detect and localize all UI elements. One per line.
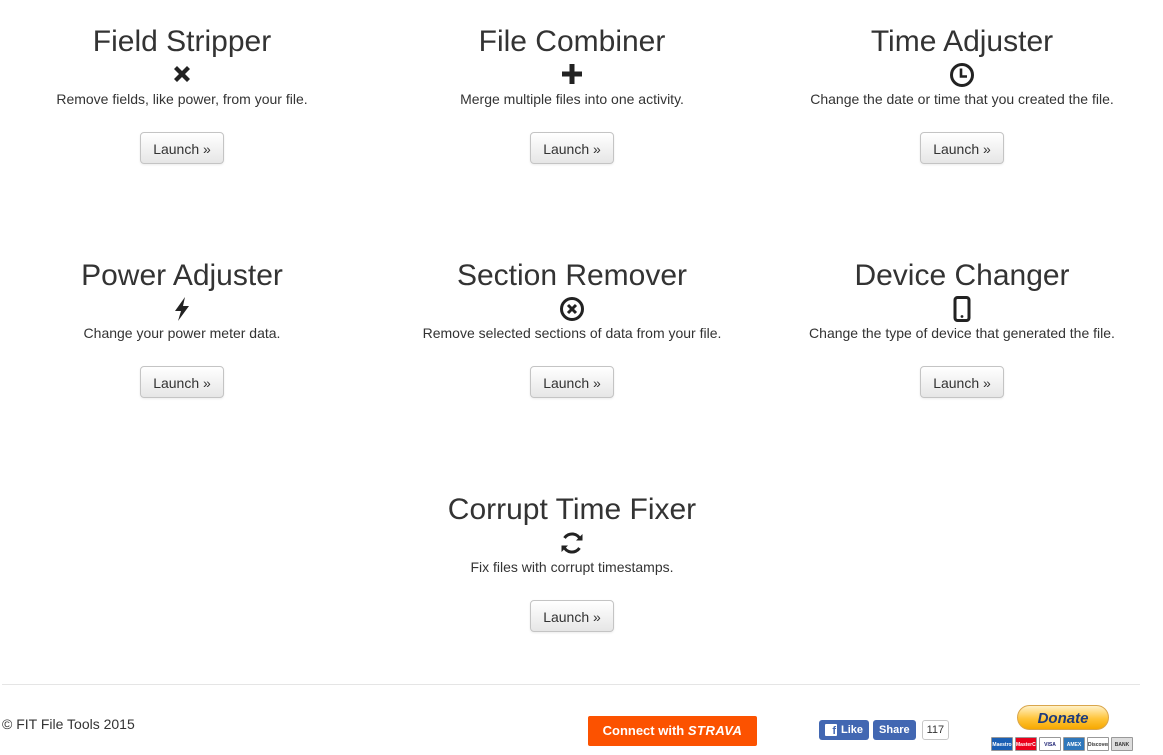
tool-power-adjuster: Power Adjuster Change your power meter d… <box>0 256 373 398</box>
tool-description: Fix files with corrupt timestamps. <box>470 559 674 575</box>
tool-corrupt-time-fixer: Corrupt Time Fixer Fix files with corrup… <box>381 490 763 632</box>
launch-button[interactable]: Launch » <box>140 366 224 398</box>
times-icon <box>167 62 197 90</box>
clock-icon <box>947 62 977 90</box>
footer-divider <box>2 684 1140 685</box>
facebook-widget: f Like Share 117 <box>819 720 950 740</box>
tool-time-adjuster: Time Adjuster Change the date or time th… <box>771 22 1153 164</box>
tool-title: Device Changer <box>854 259 1070 292</box>
tool-field-stripper: Field Stripper Remove fields, like power… <box>0 22 373 164</box>
strava-prefix: Connect with <box>602 723 685 738</box>
share-label: Share <box>879 724 910 736</box>
visa-card-icon: VISA <box>1039 737 1061 751</box>
tool-title: Section Remover <box>456 259 688 292</box>
tool-description: Change the date or time that you created… <box>810 91 1114 107</box>
launch-button[interactable]: Launch » <box>530 366 614 398</box>
tool-title: File Combiner <box>478 25 666 58</box>
tool-description: Merge multiple files into one activity. <box>460 91 684 107</box>
remove-circle-icon <box>557 296 587 324</box>
phone-icon <box>947 296 977 324</box>
tool-title: Field Stripper <box>92 25 272 58</box>
share-count: 117 <box>921 720 950 740</box>
discover-card-icon: Discover <box>1087 737 1109 751</box>
tool-description: Change the type of device that generated… <box>809 325 1115 341</box>
tool-file-combiner: File Combiner Merge multiple files into … <box>381 22 763 164</box>
maestro-card-icon: Maestro <box>991 737 1013 751</box>
launch-button[interactable]: Launch » <box>530 132 614 164</box>
tool-description: Remove selected sections of data from yo… <box>422 325 722 341</box>
mastercard-icon: MasterCard <box>1015 737 1037 751</box>
launch-button[interactable]: Launch » <box>140 132 224 164</box>
facebook-like-button[interactable]: f Like <box>819 720 870 740</box>
bolt-icon <box>167 296 197 324</box>
tool-device-changer: Device Changer Change the type of device… <box>771 256 1153 398</box>
tool-title: Time Adjuster <box>870 25 1054 58</box>
amex-card-icon: AMEX <box>1063 737 1085 751</box>
plus-icon <box>557 62 587 90</box>
refresh-icon <box>557 530 587 558</box>
tool-description: Change your power meter data. <box>83 325 281 341</box>
facebook-icon: f <box>825 724 837 737</box>
tool-title: Corrupt Time Fixer <box>447 493 697 526</box>
payment-cards: Maestro MasterCard VISA AMEX Discover BA… <box>991 737 1133 751</box>
tool-section-remover: Section Remover Remove selected sections… <box>381 256 763 398</box>
bank-icon: BANK <box>1111 737 1133 751</box>
paypal-donate-button[interactable]: Donate <box>1017 705 1109 730</box>
like-label: Like <box>841 724 864 736</box>
launch-button[interactable]: Launch » <box>920 366 1004 398</box>
launch-button[interactable]: Launch » <box>920 132 1004 164</box>
facebook-share-button[interactable]: Share <box>873 720 916 740</box>
tool-description: Remove fields, like power, from your fil… <box>56 91 308 107</box>
strava-logo: STRAVA <box>687 723 743 738</box>
launch-button[interactable]: Launch » <box>530 600 614 632</box>
copyright: © FIT File Tools 2015 <box>2 716 135 732</box>
tool-title: Power Adjuster <box>81 259 283 292</box>
connect-with-strava-button[interactable]: Connect with STRAVA <box>588 716 757 746</box>
